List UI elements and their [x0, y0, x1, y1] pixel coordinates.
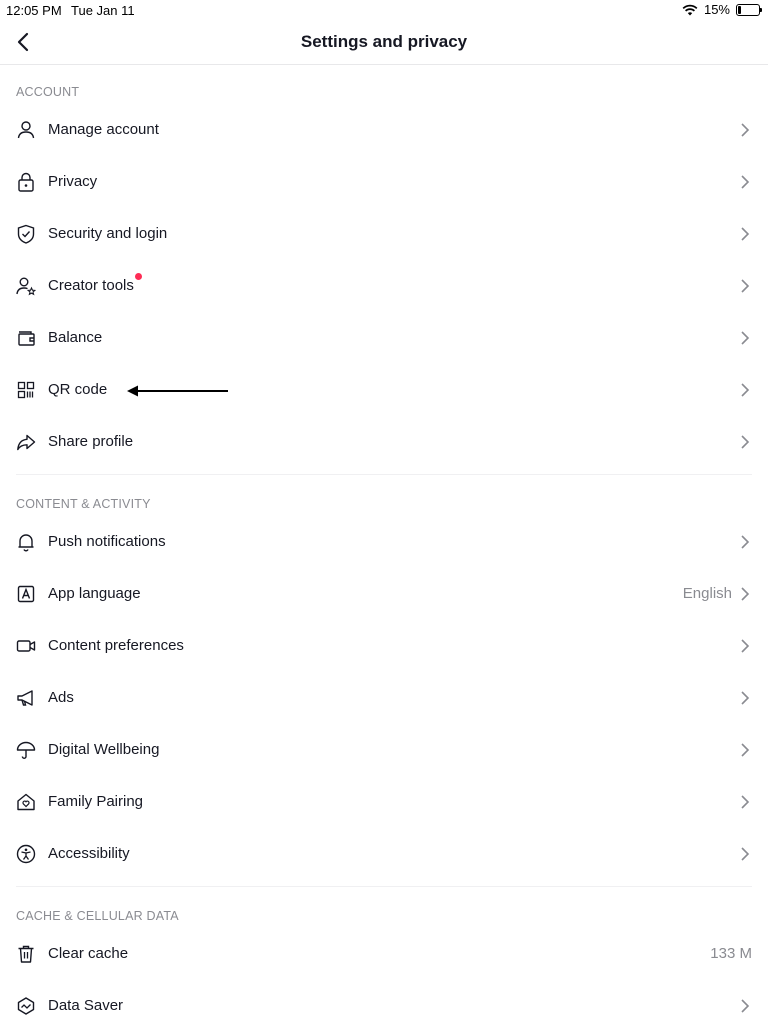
settings-item-label: Digital Wellbeing: [48, 741, 160, 758]
section-header-content-activity: CONTENT & ACTIVITY: [16, 497, 151, 511]
settings-item-label: Content preferences: [48, 637, 184, 654]
trash-icon: [15, 943, 37, 965]
section-divider: [16, 474, 752, 475]
accessibility-icon: [15, 843, 37, 865]
chevron-right-icon: [741, 535, 750, 549]
video-icon: [15, 635, 37, 657]
status-bar: 12:05 PM Tue Jan 11 15%: [0, 0, 768, 22]
status-date: Tue Jan 11: [71, 3, 135, 18]
settings-item-label: QR code: [48, 381, 108, 398]
chevron-right-icon: [741, 331, 750, 345]
settings-item-label: Balance: [48, 329, 103, 346]
chevron-right-icon: [741, 795, 750, 809]
chevron-right-icon: [741, 383, 750, 397]
settings-item-digital-wellbeing[interactable]: Digital Wellbeing: [0, 724, 768, 776]
settings-item-label: Security and login: [48, 225, 168, 242]
lock-icon: [15, 171, 37, 193]
settings-item-creator-tools[interactable]: Creator tools: [0, 260, 768, 312]
settings-item-accessibility[interactable]: Accessibility: [0, 828, 768, 880]
shield-icon: [15, 223, 37, 245]
house-heart-icon: [15, 791, 37, 813]
notification-badge-dot: [134, 273, 142, 280]
settings-item-manage-account[interactable]: Manage account: [0, 104, 768, 156]
qr-code-icon: [15, 379, 37, 401]
settings-item-app-language[interactable]: App language English: [0, 568, 768, 620]
section-header-cache: CACHE & CELLULAR DATA: [16, 909, 179, 923]
settings-item-label: Clear cache: [48, 945, 129, 962]
settings-item-label: Creator tools: [48, 273, 142, 294]
chevron-right-icon: [741, 123, 750, 137]
status-right: 15%: [682, 2, 762, 17]
nav-bar: Settings and privacy: [0, 22, 768, 65]
settings-item-balance[interactable]: Balance: [0, 312, 768, 364]
battery-icon: [736, 3, 762, 16]
chevron-right-icon: [741, 847, 750, 861]
settings-item-label: Privacy: [48, 173, 98, 190]
settings-item-label: Manage account: [48, 121, 159, 138]
battery-percent: 15%: [703, 2, 730, 17]
umbrella-icon: [15, 739, 37, 761]
annotation-arrow-icon: [127, 385, 228, 397]
chevron-right-icon: [741, 999, 750, 1013]
person-star-icon: [15, 275, 37, 297]
wifi-icon: [682, 4, 698, 15]
settings-item-label: Push notifications: [48, 533, 166, 550]
chevron-right-icon: [741, 639, 750, 653]
settings-item-privacy[interactable]: Privacy: [0, 156, 768, 208]
settings-item-family-pairing[interactable]: Family Pairing: [0, 776, 768, 828]
settings-item-label: Ads: [48, 689, 74, 706]
settings-item-content-preferences[interactable]: Content preferences: [0, 620, 768, 672]
chevron-right-icon: [741, 435, 750, 449]
settings-item-ads[interactable]: Ads: [0, 672, 768, 724]
settings-item-label: Share profile: [48, 433, 134, 450]
settings-item-data-saver[interactable]: Data Saver: [0, 980, 768, 1032]
settings-item-label: Accessibility: [48, 845, 130, 862]
settings-item-qr-code[interactable]: QR code: [0, 364, 768, 416]
chevron-right-icon: [741, 743, 750, 757]
settings-item-share-profile[interactable]: Share profile: [0, 416, 768, 468]
status-time: 12:05 PM: [6, 3, 62, 18]
page-title: Settings and privacy: [300, 32, 468, 51]
chevron-right-icon: [741, 587, 750, 601]
person-icon: [15, 119, 37, 141]
chevron-right-icon: [741, 691, 750, 705]
chevron-right-icon: [741, 175, 750, 189]
section-header-account: ACCOUNT: [16, 85, 80, 99]
chevron-right-icon: [741, 279, 750, 293]
settings-item-security-login[interactable]: Security and login: [0, 208, 768, 260]
settings-item-label: Data Saver: [48, 997, 124, 1014]
chevron-right-icon: [741, 227, 750, 241]
bell-icon: [15, 531, 37, 553]
language-icon: [15, 583, 37, 605]
settings-item-value: English: [682, 585, 732, 602]
wallet-icon: [15, 327, 37, 349]
share-icon: [15, 431, 37, 453]
data-saver-icon: [15, 995, 37, 1017]
megaphone-icon: [15, 687, 37, 709]
settings-item-value: 133 M: [710, 945, 752, 962]
section-divider: [16, 886, 752, 887]
settings-item-label: App language: [48, 585, 141, 602]
settings-item-clear-cache[interactable]: Clear cache 133 M: [0, 928, 768, 980]
settings-item-label: Family Pairing: [48, 793, 144, 810]
settings-item-label-text: Creator tools: [48, 277, 134, 294]
settings-item-push-notifications[interactable]: Push notifications: [0, 516, 768, 568]
